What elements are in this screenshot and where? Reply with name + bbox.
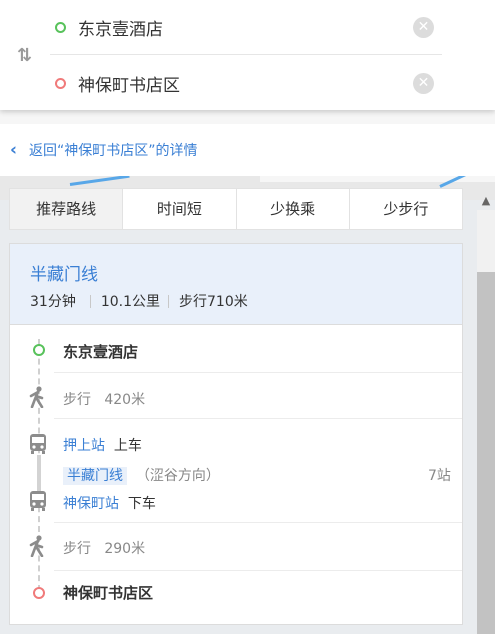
- end-field: ✕: [50, 56, 442, 110]
- step-end: 神保町书店区: [63, 584, 154, 602]
- clear-icon: ✕: [417, 18, 430, 35]
- route-walk-total: 步行710米: [179, 294, 248, 310]
- swap-button[interactable]: ⇅: [10, 44, 36, 66]
- bus-icon: [30, 434, 46, 454]
- line-badge[interactable]: 半藏门线: [63, 467, 127, 485]
- walk-distance: 290米: [104, 541, 146, 557]
- line-direction: （涩谷方向）: [135, 468, 220, 484]
- divider: [54, 570, 462, 571]
- step-walk-2: 步行 290米: [63, 538, 145, 558]
- alight-station-link[interactable]: 神保町站: [63, 496, 119, 512]
- divider: [54, 522, 462, 523]
- start-dot-icon: [33, 344, 45, 356]
- tab-least-walking[interactable]: 少步行: [350, 189, 462, 229]
- route-duration: 31分钟: [30, 294, 76, 310]
- scrollbar-thumb[interactable]: [477, 272, 495, 634]
- clear-start-button[interactable]: ✕: [413, 16, 434, 38]
- start-dot-icon: [55, 21, 66, 33]
- board-station-link[interactable]: 押上站: [63, 438, 105, 454]
- step-line: 半藏门线 （涩谷方向）: [63, 465, 220, 485]
- route-preference-tabs: 推荐路线 时间短 少换乘 少步行: [9, 188, 463, 230]
- meta-divider: [168, 294, 169, 308]
- tab-shortest-time[interactable]: 时间短: [123, 189, 237, 229]
- start-input[interactable]: [78, 17, 413, 37]
- tab-recommended[interactable]: 推荐路线: [10, 189, 124, 229]
- end-dot-icon: [55, 77, 66, 89]
- stop-count: 7站: [428, 468, 451, 484]
- step-walk-1: 步行 420米: [63, 389, 145, 409]
- board-action: 上车: [113, 438, 142, 454]
- alight-action: 下车: [127, 496, 156, 512]
- route-search-card: ⇅ ✕ ✕: [0, 0, 495, 110]
- scroll-up-icon[interactable]: ▲: [477, 192, 495, 210]
- walk-icon: [29, 386, 44, 408]
- step-board: 押上站 上车: [63, 435, 142, 455]
- walk-icon: [29, 535, 44, 557]
- clear-icon: ✕: [417, 74, 430, 91]
- step-start: 东京壹酒店: [63, 343, 139, 361]
- back-to-details-link[interactable]: ‹ 返回“神保町书店区”的详情: [0, 124, 495, 176]
- divider: [54, 372, 462, 373]
- meta-divider: [89, 294, 91, 308]
- walk-label: 步行: [63, 541, 91, 557]
- route-summary[interactable]: 半藏门线 31分钟 10.1公里 步行710米: [10, 244, 462, 325]
- route-line-name[interactable]: 半藏门线: [30, 260, 98, 285]
- clear-end-button[interactable]: ✕: [413, 72, 434, 94]
- route-panel: 半藏门线 31分钟 10.1公里 步行710米 东京壹酒店 步行 420米 押上…: [9, 243, 463, 625]
- end-input[interactable]: [78, 73, 413, 93]
- route-distance: 10.1公里: [100, 294, 160, 310]
- walk-distance: 420米: [104, 392, 146, 408]
- divider: [54, 418, 462, 419]
- chevron-left-icon: ‹: [10, 140, 18, 160]
- step-alight: 神保町站 下车: [63, 493, 156, 513]
- back-link-label: 返回“神保町书店区”的详情: [29, 143, 198, 159]
- end-dot-icon: [33, 587, 45, 599]
- bus-icon: [30, 491, 46, 511]
- start-field: ✕: [50, 0, 442, 55]
- walk-label: 步行: [63, 392, 91, 408]
- swap-icon: ⇅: [16, 44, 32, 66]
- route-meta: 31分钟 10.1公里 步行710米: [30, 291, 248, 311]
- map-route-line: [69, 174, 130, 186]
- tab-fewest-transfers[interactable]: 少换乘: [237, 189, 350, 229]
